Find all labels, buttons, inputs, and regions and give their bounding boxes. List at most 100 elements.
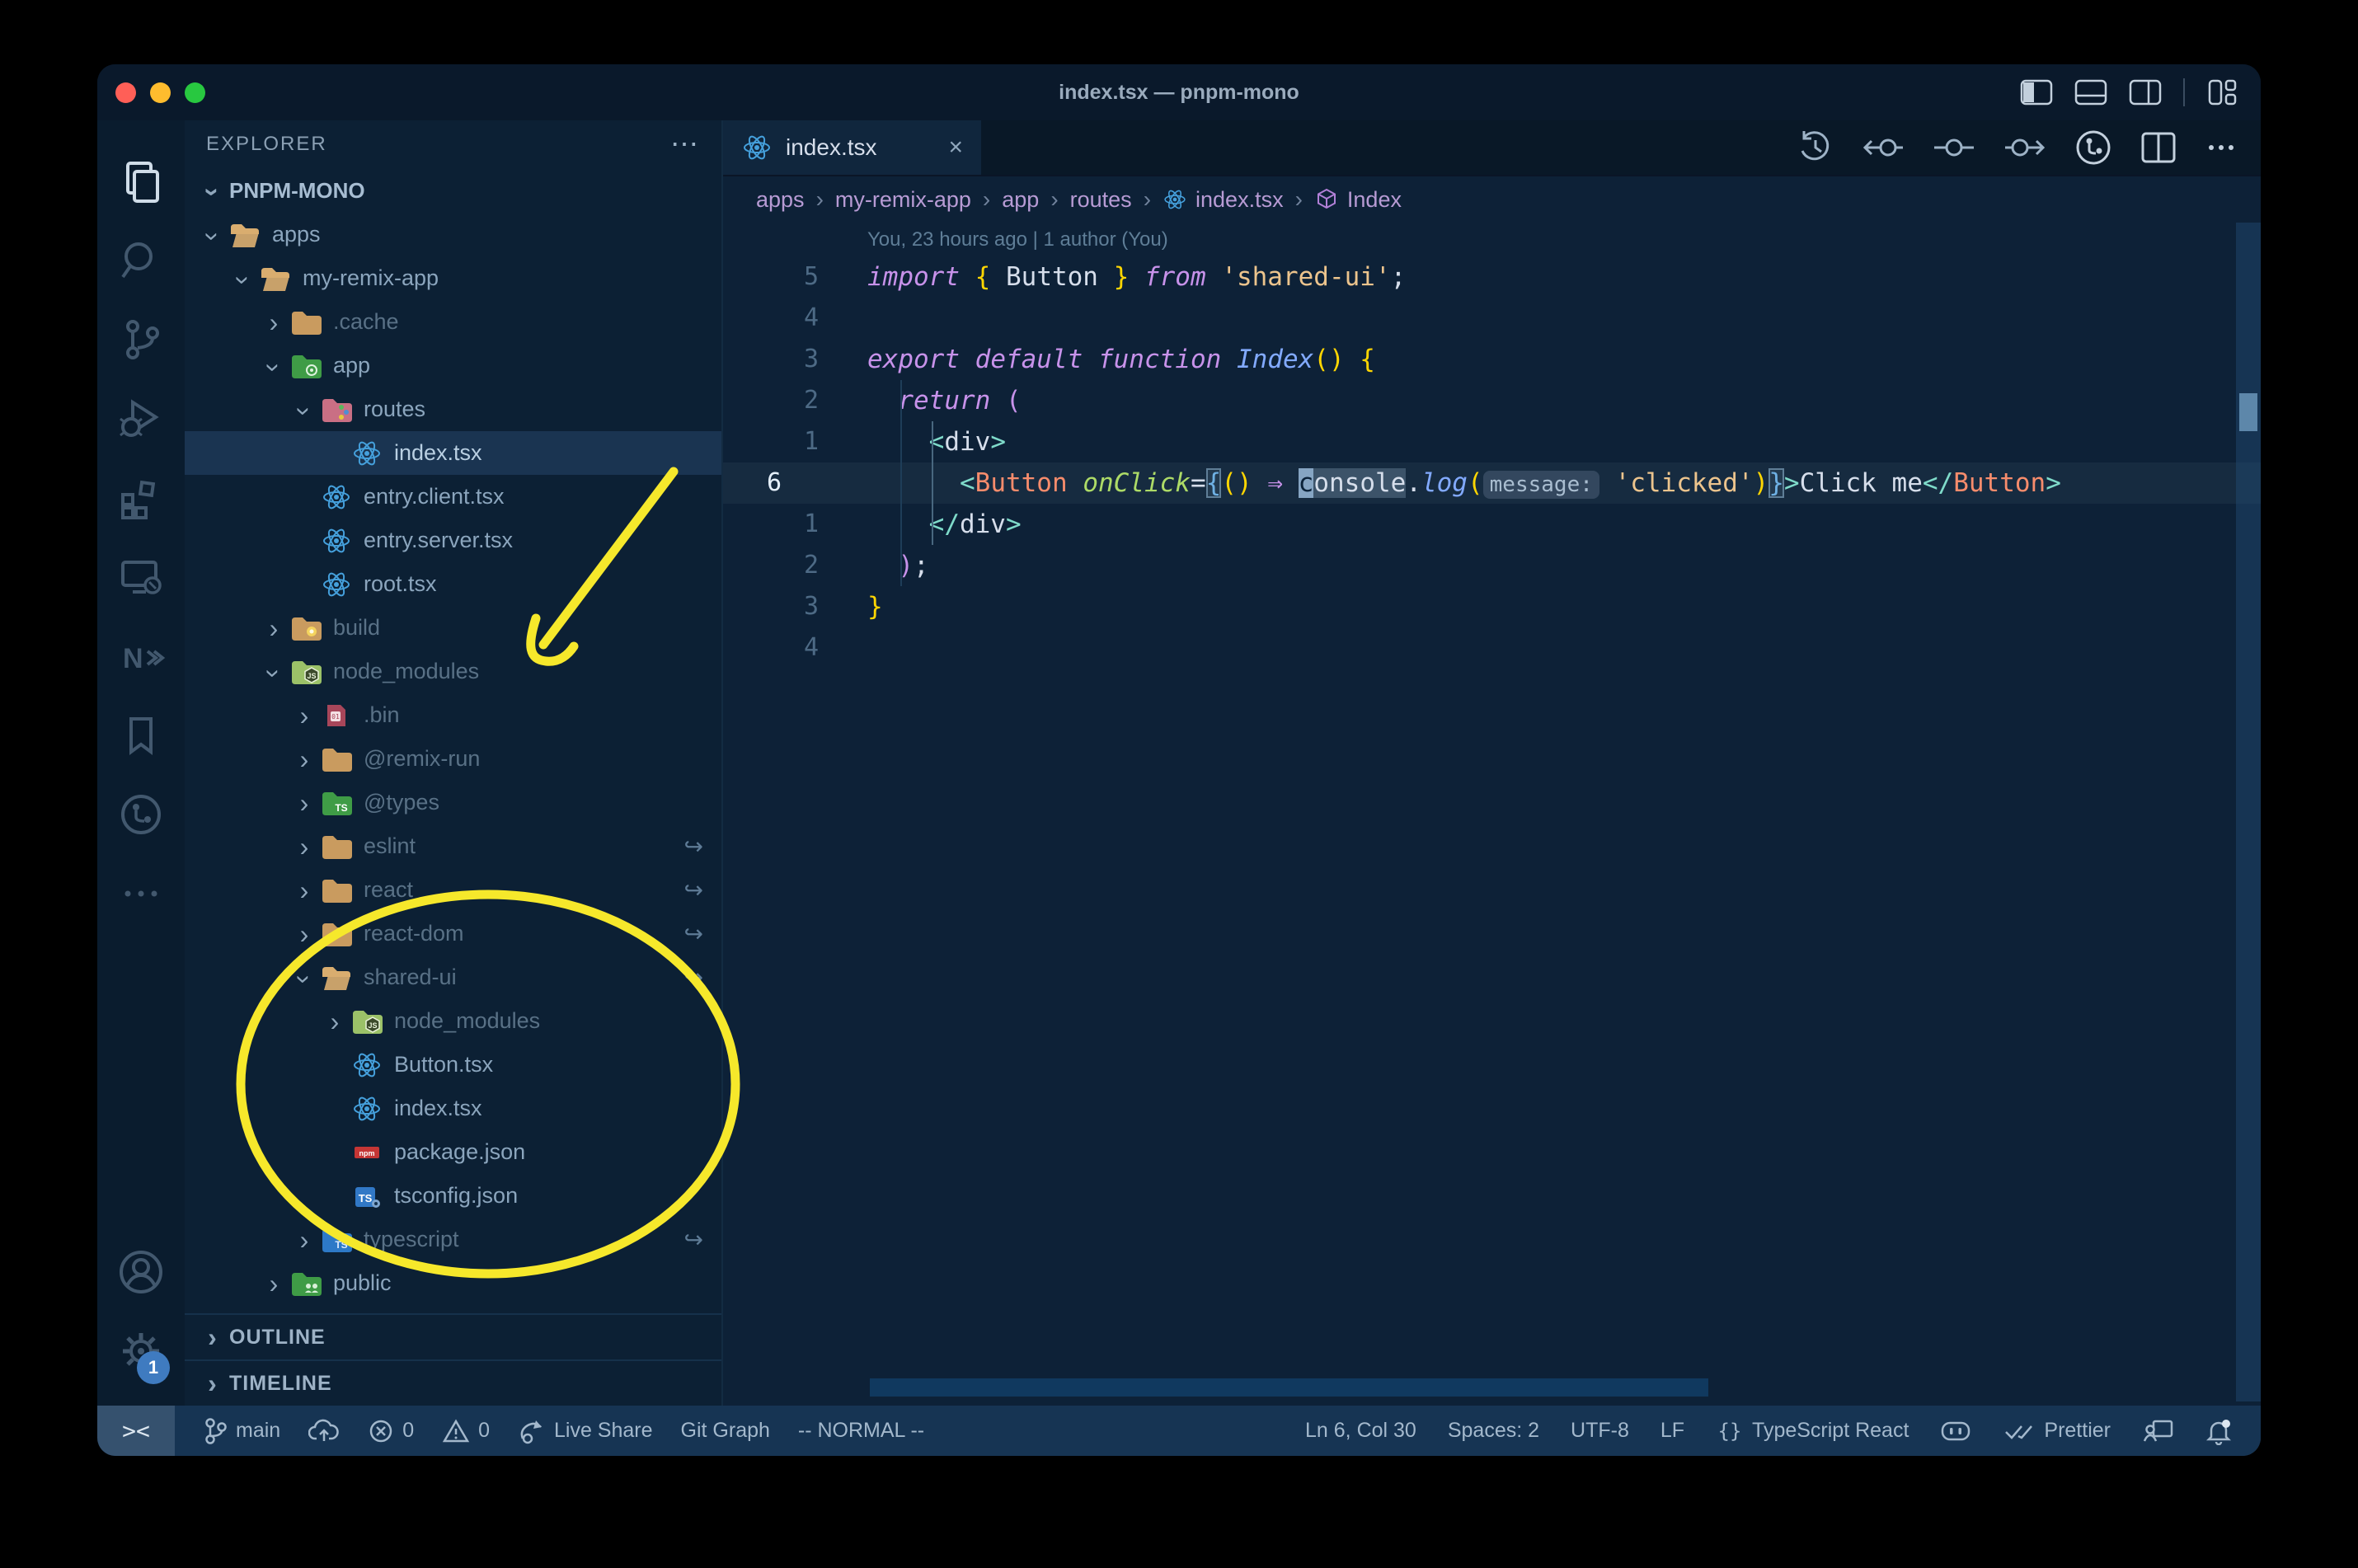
chevron-right-icon[interactable]: › xyxy=(318,1008,351,1035)
status-live-share[interactable]: Live Share xyxy=(518,1417,653,1445)
history-icon[interactable] xyxy=(1797,129,1834,166)
tree-item--cache[interactable]: › .cache xyxy=(185,300,721,344)
chevron-down-icon[interactable]: › xyxy=(288,965,321,991)
code-line-1[interactable]: 5 import { Button } from 'shared-ui'; xyxy=(723,256,2261,298)
status-language-mode[interactable]: {} TypeScript React xyxy=(1716,1418,1909,1444)
tree-item--remix-run[interactable]: › @remix-run xyxy=(185,737,721,781)
tree-item-button-tsx[interactable]: Button.tsx xyxy=(185,1043,721,1087)
layout-customize-icon[interactable] xyxy=(2206,79,2239,106)
more-actions-icon[interactable] xyxy=(2205,131,2238,164)
tree-item-build[interactable]: › build xyxy=(185,606,721,650)
chevron-right-icon[interactable]: › xyxy=(257,615,290,641)
chevron-down-icon[interactable]: › xyxy=(196,222,229,248)
activity-explorer-icon[interactable] xyxy=(110,142,171,221)
code-line-2[interactable]: 4 xyxy=(723,298,2261,339)
tree-item-public[interactable]: › public xyxy=(185,1261,721,1305)
code-line-6[interactable]: 6 <Button onClick={() ⇒ console.log(mess… xyxy=(723,462,2261,504)
git-blame-codelens[interactable]: You, 23 hours ago | 1 author (You) xyxy=(867,223,2261,256)
tree-item-root-tsx[interactable]: root.tsx xyxy=(185,562,721,606)
chevron-right-icon[interactable]: › xyxy=(288,877,321,904)
tree-item-tsconfig-json[interactable]: TS tsconfig.json xyxy=(185,1174,721,1218)
activity-more-views-icon[interactable] xyxy=(110,854,171,933)
layout-sidebar-icon[interactable] xyxy=(2020,79,2053,106)
status-errors[interactable]: 0 xyxy=(368,1418,414,1444)
breadcrumb-item-routes[interactable]: routes xyxy=(1070,187,1132,213)
tree-item--types[interactable]: › TS @types xyxy=(185,781,721,824)
chevron-down-icon[interactable]: › xyxy=(227,265,260,292)
chevron-down-icon[interactable]: › xyxy=(288,397,321,423)
tree-item-apps[interactable]: › apps xyxy=(185,213,721,256)
next-change-icon[interactable] xyxy=(2003,129,2046,166)
tree-item-package-json[interactable]: npm package.json xyxy=(185,1130,721,1174)
remote-indicator[interactable]: >< xyxy=(97,1406,175,1456)
tree-item-react[interactable]: › react ↪ xyxy=(185,868,721,912)
breadcrumb-item-apps[interactable]: apps xyxy=(756,187,805,213)
status-copilot[interactable] xyxy=(1940,1418,1971,1444)
activity-settings-gear-icon[interactable]: 1 xyxy=(110,1312,171,1391)
chevron-right-icon[interactable]: › xyxy=(288,921,321,947)
chevron-right-icon[interactable]: › xyxy=(257,1270,290,1297)
split-editor-icon[interactable] xyxy=(2140,131,2177,164)
tree-item-index-tsx[interactable]: index.tsx xyxy=(185,431,721,475)
status-warnings[interactable]: 0 xyxy=(442,1418,490,1444)
status-feedback[interactable] xyxy=(2142,1418,2173,1444)
status-vim-mode[interactable]: -- NORMAL -- xyxy=(798,1419,924,1443)
breadcrumb-item-index-tsx[interactable]: index.tsx xyxy=(1163,185,1284,214)
breadcrumb-item-my-remix-app[interactable]: my-remix-app xyxy=(835,187,971,213)
file-history-icon[interactable] xyxy=(2074,129,2112,167)
code-line-7[interactable]: 1 </div> xyxy=(723,504,2261,545)
status-indentation[interactable]: Spaces: 2 xyxy=(1448,1419,1539,1443)
tree-item-react-dom[interactable]: › react-dom ↪ xyxy=(185,912,721,955)
tree-item--bin[interactable]: › 01 .bin xyxy=(185,693,721,737)
chevron-right-icon[interactable]: › xyxy=(288,1227,321,1253)
status-git-graph[interactable]: Git Graph xyxy=(681,1419,770,1443)
status-encoding[interactable]: UTF-8 xyxy=(1571,1419,1629,1443)
tree-item-typescript[interactable]: › TS typescript ↪ xyxy=(185,1218,721,1261)
code-line-8[interactable]: 2 ); xyxy=(723,545,2261,586)
code-editor[interactable]: You, 23 hours ago | 1 author (You) 5 impo… xyxy=(723,223,2261,1406)
code-line-10[interactable]: 4 xyxy=(723,627,2261,669)
status-git-branch[interactable]: main xyxy=(203,1417,280,1445)
tree-item-entry-client-tsx[interactable]: entry.client.tsx xyxy=(185,475,721,519)
horizontal-scrollbar[interactable] xyxy=(870,1378,1708,1397)
chevron-right-icon[interactable]: › xyxy=(288,702,321,729)
code-line-5[interactable]: 1 <div> xyxy=(723,421,2261,462)
breadcrumb-item-index[interactable]: Index xyxy=(1314,187,1402,213)
activity-search-icon[interactable] xyxy=(110,221,171,300)
code-line-3[interactable]: 3 export default function Index() { xyxy=(723,339,2261,380)
tree-item-my-remix-app[interactable]: › my-remix-app xyxy=(185,256,721,300)
close-tab-icon[interactable]: × xyxy=(948,134,963,162)
tree-item-entry-server-tsx[interactable]: entry.server.tsx xyxy=(185,519,721,562)
status-sync-publish[interactable] xyxy=(308,1419,340,1444)
status-cursor-position[interactable]: Ln 6, Col 30 xyxy=(1305,1419,1416,1443)
status-notifications[interactable] xyxy=(2205,1417,2233,1445)
code-line-4[interactable]: 2 return ( xyxy=(723,380,2261,421)
chevron-right-icon[interactable]: › xyxy=(288,833,321,860)
vertical-scrollbar[interactable] xyxy=(2236,223,2261,1401)
tab-index-tsx[interactable]: index.tsx × xyxy=(723,120,981,175)
activity-extensions-icon[interactable] xyxy=(110,458,171,538)
compare-icon[interactable] xyxy=(1933,129,1975,166)
activity-source-control-icon[interactable] xyxy=(110,300,171,379)
tree-item-app[interactable]: › app xyxy=(185,344,721,387)
code-line-9[interactable]: 3} xyxy=(723,586,2261,627)
layout-sidebar-right-icon[interactable] xyxy=(2129,79,2162,106)
chevron-down-icon[interactable]: › xyxy=(257,353,290,379)
chevron-right-icon[interactable]: › xyxy=(257,309,290,336)
activity-account-icon[interactable] xyxy=(110,1232,171,1312)
layout-panel-icon[interactable] xyxy=(2074,79,2107,106)
activity-remote-explorer-icon[interactable] xyxy=(110,538,171,617)
status-eol[interactable]: LF xyxy=(1660,1419,1684,1443)
outline-section[interactable]: › OUTLINE xyxy=(185,1313,721,1359)
tree-item-index-tsx[interactable]: index.tsx xyxy=(185,1087,721,1130)
close-window-button[interactable] xyxy=(115,82,136,103)
explorer-more-actions-icon[interactable]: ⋯ xyxy=(670,128,700,161)
chevron-down-icon[interactable]: › xyxy=(257,659,290,685)
activity-bookmarks-icon[interactable] xyxy=(110,696,171,775)
tree-item-routes[interactable]: › routes xyxy=(185,387,721,431)
tree-item-shared-ui[interactable]: › shared-ui ↪ xyxy=(185,955,721,999)
tree-item-eslint[interactable]: › eslint ↪ xyxy=(185,824,721,868)
activity-nx-console-icon[interactable]: N xyxy=(110,617,171,696)
chevron-right-icon[interactable]: › xyxy=(288,790,321,816)
tree-item-node-modules[interactable]: › JS node_modules xyxy=(185,650,721,693)
